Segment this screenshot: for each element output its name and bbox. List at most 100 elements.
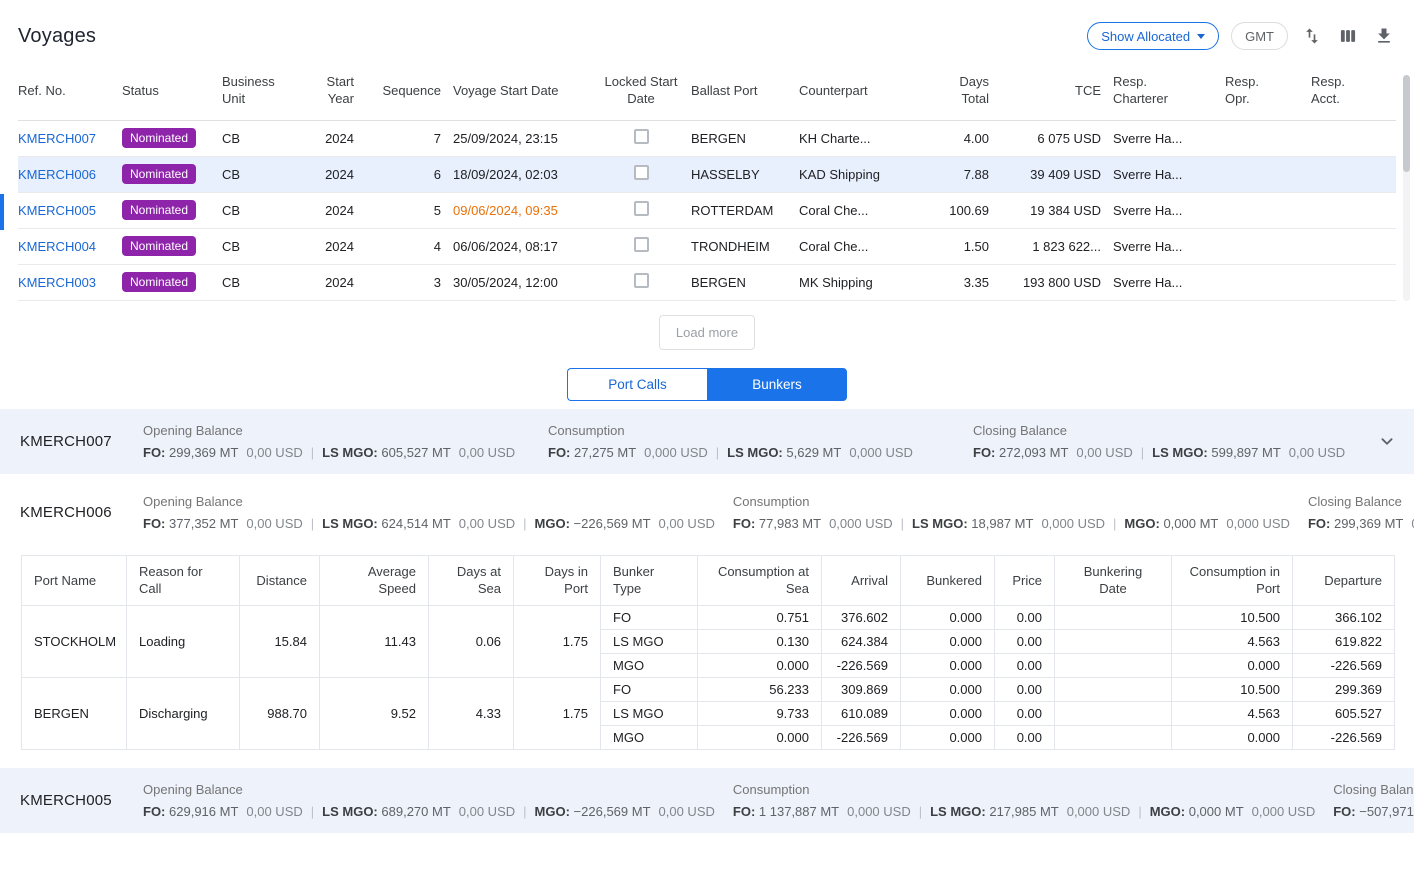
table-row[interactable]: KMERCH004 Nominated CB 2024 4 06/06/2024… <box>18 228 1396 264</box>
block-title: Consumption <box>733 492 1290 511</box>
fuel-entry-lsmgo: LS MGO: 605,527 MT0,00 USD <box>322 445 515 460</box>
closing-balance-block: Closing Balance FO: −507,971 MT0,00 USD|… <box>1333 780 1414 821</box>
bunker-section-kmerch005: KMERCH005 Opening Balance FO: 629,916 MT… <box>0 768 1414 833</box>
column-header-resp-charterer[interactable]: Resp. Charterer <box>1113 60 1225 120</box>
bunker-summary-row[interactable]: KMERCH005 Opening Balance FO: 629,916 MT… <box>0 768 1414 833</box>
locked-start-date-checkbox[interactable] <box>634 129 649 144</box>
column-header-bunkered: Bunkered <box>901 555 995 605</box>
locked-start-date-checkbox[interactable] <box>634 201 649 216</box>
tce-cell: 19 384 USD <box>1001 192 1113 228</box>
column-header-counterpart[interactable]: Counterpart <box>799 60 921 120</box>
start-year-cell: 2024 <box>310 228 366 264</box>
column-header-resp-opr[interactable]: Resp. Opr. <box>1225 60 1311 120</box>
table-row[interactable]: KMERCH003 Nominated CB 2024 3 30/05/2024… <box>18 264 1396 300</box>
columns-icon[interactable] <box>1336 24 1360 48</box>
fuel-entry-lsmgo: LS MGO: 5,629 MT0,000 USD <box>727 445 913 460</box>
show-allocated-dropdown[interactable]: Show Allocated <box>1087 22 1219 50</box>
balance-line: FO: 272,093 MT0,00 USD|LS MGO: 599,897 M… <box>973 443 1354 462</box>
locked-start-date-checkbox[interactable] <box>634 237 649 252</box>
resp-acct-cell <box>1311 120 1396 156</box>
fuel-entry-mgo: MGO: −226,569 MT0,00 USD <box>535 804 715 819</box>
status-badge: Nominated <box>122 236 196 256</box>
bunker-summary-row[interactable]: KMERCH007 Opening Balance FO: 299,369 MT… <box>0 409 1414 474</box>
column-header-voyage-start-date[interactable]: Voyage Start Date <box>453 60 603 120</box>
column-header-average-speed: Average Speed <box>320 555 429 605</box>
fuel-row: BERGEN Discharging 988.70 9.52 4.33 1.75… <box>22 677 1395 701</box>
column-header-start-year[interactable]: Start Year <box>310 60 366 120</box>
tab-bunkers[interactable]: Bunkers <box>707 368 847 401</box>
days-at-sea-cell: 4.33 <box>429 677 514 749</box>
consumption-in-port-cell: 10.500 <box>1172 677 1293 701</box>
balance-line: FO: 629,916 MT0,00 USD|LS MGO: 689,270 M… <box>143 802 715 821</box>
load-more-button[interactable]: Load more <box>659 315 755 350</box>
resp-charterer-cell: Sverre Ha... <box>1113 228 1225 264</box>
column-header-consumption-in-port: Consumption in Port <box>1172 555 1293 605</box>
price-cell: 0.00 <box>995 725 1055 749</box>
scrollbar[interactable] <box>1403 75 1410 301</box>
block-title: Opening Balance <box>143 492 715 511</box>
consumption-in-port-cell: 4.563 <box>1172 701 1293 725</box>
consumption-block: Consumption FO: 1 137,887 MT0,000 USD|LS… <box>733 780 1333 821</box>
voyage-ref-link[interactable]: KMERCH006 <box>18 167 96 182</box>
resp-opr-cell <box>1225 156 1311 192</box>
column-header-days-in-port: Days in Port <box>514 555 601 605</box>
consumption-at-sea-cell: 0.000 <box>698 725 822 749</box>
ballast-port-cell: TRONDHEIM <box>691 228 799 264</box>
chevron-down-icon[interactable] <box>1368 430 1398 452</box>
block-title: Opening Balance <box>143 421 530 440</box>
tab-port-calls[interactable]: Port Calls <box>567 368 707 401</box>
column-header-business-unit[interactable]: Business Unit <box>222 60 310 120</box>
distance-cell: 15.84 <box>240 605 320 677</box>
block-title: Closing Balance <box>1308 492 1414 511</box>
column-header-resp-acct[interactable]: Resp. Acct. <box>1311 60 1396 120</box>
start-year-cell: 2024 <box>310 192 366 228</box>
column-header-ref-no[interactable]: Ref. No. <box>18 60 122 120</box>
bunkering-date-cell <box>1055 605 1172 629</box>
column-header-days-at-sea: Days at Sea <box>429 555 514 605</box>
business-unit-cell: CB <box>222 120 310 156</box>
consumption-block: Consumption FO: 27,275 MT0,000 USD|LS MG… <box>548 421 973 462</box>
tce-cell: 1 823 622... <box>1001 228 1113 264</box>
column-header-sequence[interactable]: Sequence <box>366 60 453 120</box>
voyage-ref-link[interactable]: KMERCH004 <box>18 239 96 254</box>
voyage-ref-link[interactable]: KMERCH007 <box>18 131 96 146</box>
table-row[interactable]: KMERCH005 Nominated CB 2024 5 09/06/2024… <box>18 192 1396 228</box>
column-header-tce[interactable]: TCE <box>1001 60 1113 120</box>
status-badge: Nominated <box>122 272 196 292</box>
port-table-header-row: Port Name Reason for Call Distance Avera… <box>22 555 1395 605</box>
scrollbar-thumb[interactable] <box>1403 75 1410 172</box>
column-header-reason-for-call: Reason for Call <box>127 555 240 605</box>
balance-line: FO: 1 137,887 MT0,000 USD|LS MGO: 217,98… <box>733 802 1315 821</box>
balance-line: FO: 27,275 MT0,000 USD|LS MGO: 5,629 MT0… <box>548 443 955 462</box>
tab-group: Port Calls Bunkers <box>0 368 1414 401</box>
resp-opr-cell <box>1225 120 1311 156</box>
column-header-ballast-port[interactable]: Ballast Port <box>691 60 799 120</box>
opening-balance-block: Opening Balance FO: 629,916 MT0,00 USD|L… <box>143 780 733 821</box>
table-row[interactable]: KMERCH007 Nominated CB 2024 7 25/09/2024… <box>18 120 1396 156</box>
column-header-locked-start-date[interactable]: Locked Start Date <box>603 60 691 120</box>
sort-icon[interactable] <box>1300 24 1324 48</box>
column-header-days-total[interactable]: Days Total <box>921 60 1001 120</box>
fuel-entry-lsmgo: LS MGO: 18,987 MT0,000 USD <box>912 516 1105 531</box>
departure-cell: 619.822 <box>1293 629 1395 653</box>
bunkering-date-cell <box>1055 677 1172 701</box>
fuel-entry-fo: FO: 299,369 MT0,00 USD <box>1308 516 1414 531</box>
timezone-button[interactable]: GMT <box>1231 22 1288 50</box>
header-bar: Voyages Show Allocated GMT <box>0 0 1414 60</box>
table-row[interactable]: KMERCH006 Nominated CB 2024 6 18/09/2024… <box>18 156 1396 192</box>
counterpart-cell: KH Charte... <box>799 120 921 156</box>
locked-start-date-checkbox[interactable] <box>634 273 649 288</box>
column-header-status[interactable]: Status <box>122 60 222 120</box>
sequence-cell: 3 <box>366 264 453 300</box>
fuel-entry-lsmgo: LS MGO: 217,985 MT0,000 USD <box>930 804 1130 819</box>
resp-charterer-cell: Sverre Ha... <box>1113 264 1225 300</box>
voyage-ref-link[interactable]: KMERCH003 <box>18 275 96 290</box>
ballast-port-cell: BERGEN <box>691 264 799 300</box>
voyage-start-date-cell: 25/09/2024, 23:15 <box>453 120 603 156</box>
separator: | <box>523 804 526 819</box>
locked-start-date-checkbox[interactable] <box>634 165 649 180</box>
bunker-summary-row[interactable]: KMERCH006 Opening Balance FO: 377,352 MT… <box>0 480 1414 545</box>
download-icon[interactable] <box>1372 24 1396 48</box>
bunkering-date-cell <box>1055 629 1172 653</box>
voyage-ref-link[interactable]: KMERCH005 <box>18 203 96 218</box>
